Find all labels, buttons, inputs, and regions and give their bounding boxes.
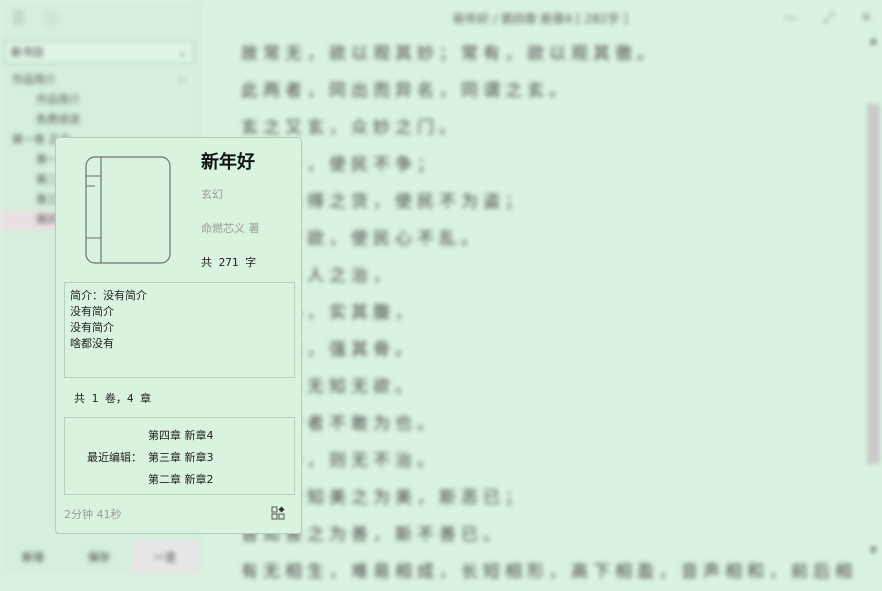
sidebar-toolbar: ☰ ⓘ — [0, 0, 198, 36]
text-line: 是以圣人之治， — [241, 266, 395, 286]
close-icon[interactable]: ✕ — [860, 10, 872, 26]
intro-line: 没有简介 — [70, 305, 114, 318]
tree-item[interactable]: 免费阅读 — [0, 110, 198, 130]
text-line: 不尚贤，使民不争； — [241, 155, 439, 175]
intro-line: 简介：没有简介 — [70, 289, 147, 302]
text-line: 弱其志，强其骨。 — [241, 340, 417, 360]
word-count: 共 271 字 — [201, 256, 257, 269]
recent-edits-label: 最近编辑： — [87, 451, 142, 464]
text-line: 为无为，则无不治。 — [241, 451, 439, 471]
text-line: 有无相生，难易相成，长短相形，高下相盈，音声相和，前后相随。 — [241, 562, 852, 582]
vertical-scrollbar[interactable]: ▲ ▼ — [867, 36, 880, 556]
text-line: 使夫智者不敢为也。 — [241, 414, 439, 434]
maximize-icon[interactable]: ⤢ — [823, 10, 834, 26]
text-line: 常使民无知无欲。 — [241, 377, 417, 397]
recent-chapter-link[interactable]: 第四章 新章4 — [148, 427, 214, 443]
scroll-thumb[interactable] — [867, 104, 880, 464]
scroll-down-icon[interactable]: ▼ — [867, 546, 880, 556]
sidebar-bottom-bar: 新增 保存 一览 — [0, 540, 198, 574]
book-title: 新年好 — [201, 152, 255, 173]
tree-item[interactable]: 作品简介 — [0, 90, 198, 110]
book-search[interactable]: 新书目 ⌄ — [4, 40, 194, 64]
window-titlebar: 新年好 / 第四章 新章4 [ 282字 ] — ⤢ ✕ — [199, 0, 882, 36]
editor-text[interactable]: 故常无，欲以观其妙；常有，欲以观其徼。 此两者，同出而异名，同谓之玄。 玄之又玄… — [241, 36, 852, 591]
book-author: 命燃芯义 著 — [201, 222, 260, 235]
widgets-icon[interactable] — [271, 506, 285, 520]
text-line: 玄之又玄，众妙之门。 — [241, 118, 461, 138]
minimize-icon[interactable]: — — [783, 10, 797, 26]
text-line: 不贵难得之货，使民不为盗； — [241, 192, 527, 212]
book-cover-icon — [85, 156, 171, 264]
add-button[interactable]: 新增 — [0, 540, 66, 574]
book-introduction: 简介：没有简介 没有简介 没有简介 啥都没有 — [64, 282, 295, 378]
recent-chapter-link[interactable]: 第三章 新章3 — [148, 449, 214, 465]
menu-icon[interactable]: ☰ — [12, 9, 25, 27]
collapse-icon[interactable]: ⌄ — [178, 46, 187, 59]
intro-line: 没有简介 — [70, 321, 114, 334]
window-controls: — ⤢ ✕ — [783, 0, 872, 36]
elapsed-time: 2分钟 41秒 — [64, 508, 122, 521]
recent-edits: 最近编辑： 第四章 新章4 第三章 新章3 第二章 新章2 — [64, 417, 295, 495]
info-icon[interactable]: ⓘ — [43, 8, 58, 29]
overview-button[interactable]: 一览 — [132, 540, 198, 574]
book-genre: 玄幻 — [201, 188, 223, 201]
text-line: 此两者，同出而异名，同谓之玄。 — [241, 81, 571, 101]
text-line: 天下皆知美之为美，斯恶已； — [241, 488, 527, 508]
save-button[interactable]: 保存 — [66, 540, 132, 574]
search-label: 新书目 — [11, 46, 44, 59]
text-line: 皆知善之为善，斯不善已。 — [241, 525, 505, 545]
intro-line: 啥都没有 — [70, 337, 114, 350]
text-line: 故常无，欲以观其妙；常有，欲以观其徼。 — [241, 44, 659, 64]
book-info-card: 新年好 玄幻 命燃芯义 著 共 271 字 简介：没有简介 没有简介 没有简介 … — [55, 137, 302, 534]
volume-summary: 共 1 卷，4 章 — [74, 392, 152, 405]
text-line: 虚其心，实其腹， — [241, 303, 417, 323]
scroll-up-icon[interactable]: ▲ — [867, 36, 880, 46]
text-line: 不见可欲，使民心不乱。 — [241, 229, 483, 249]
tree-item[interactable]: 作品简介 › — [0, 70, 198, 90]
recent-chapter-link[interactable]: 第二章 新章2 — [148, 471, 214, 487]
window-title: 新年好 / 第四章 新章4 [ 282字 ] — [453, 11, 628, 26]
